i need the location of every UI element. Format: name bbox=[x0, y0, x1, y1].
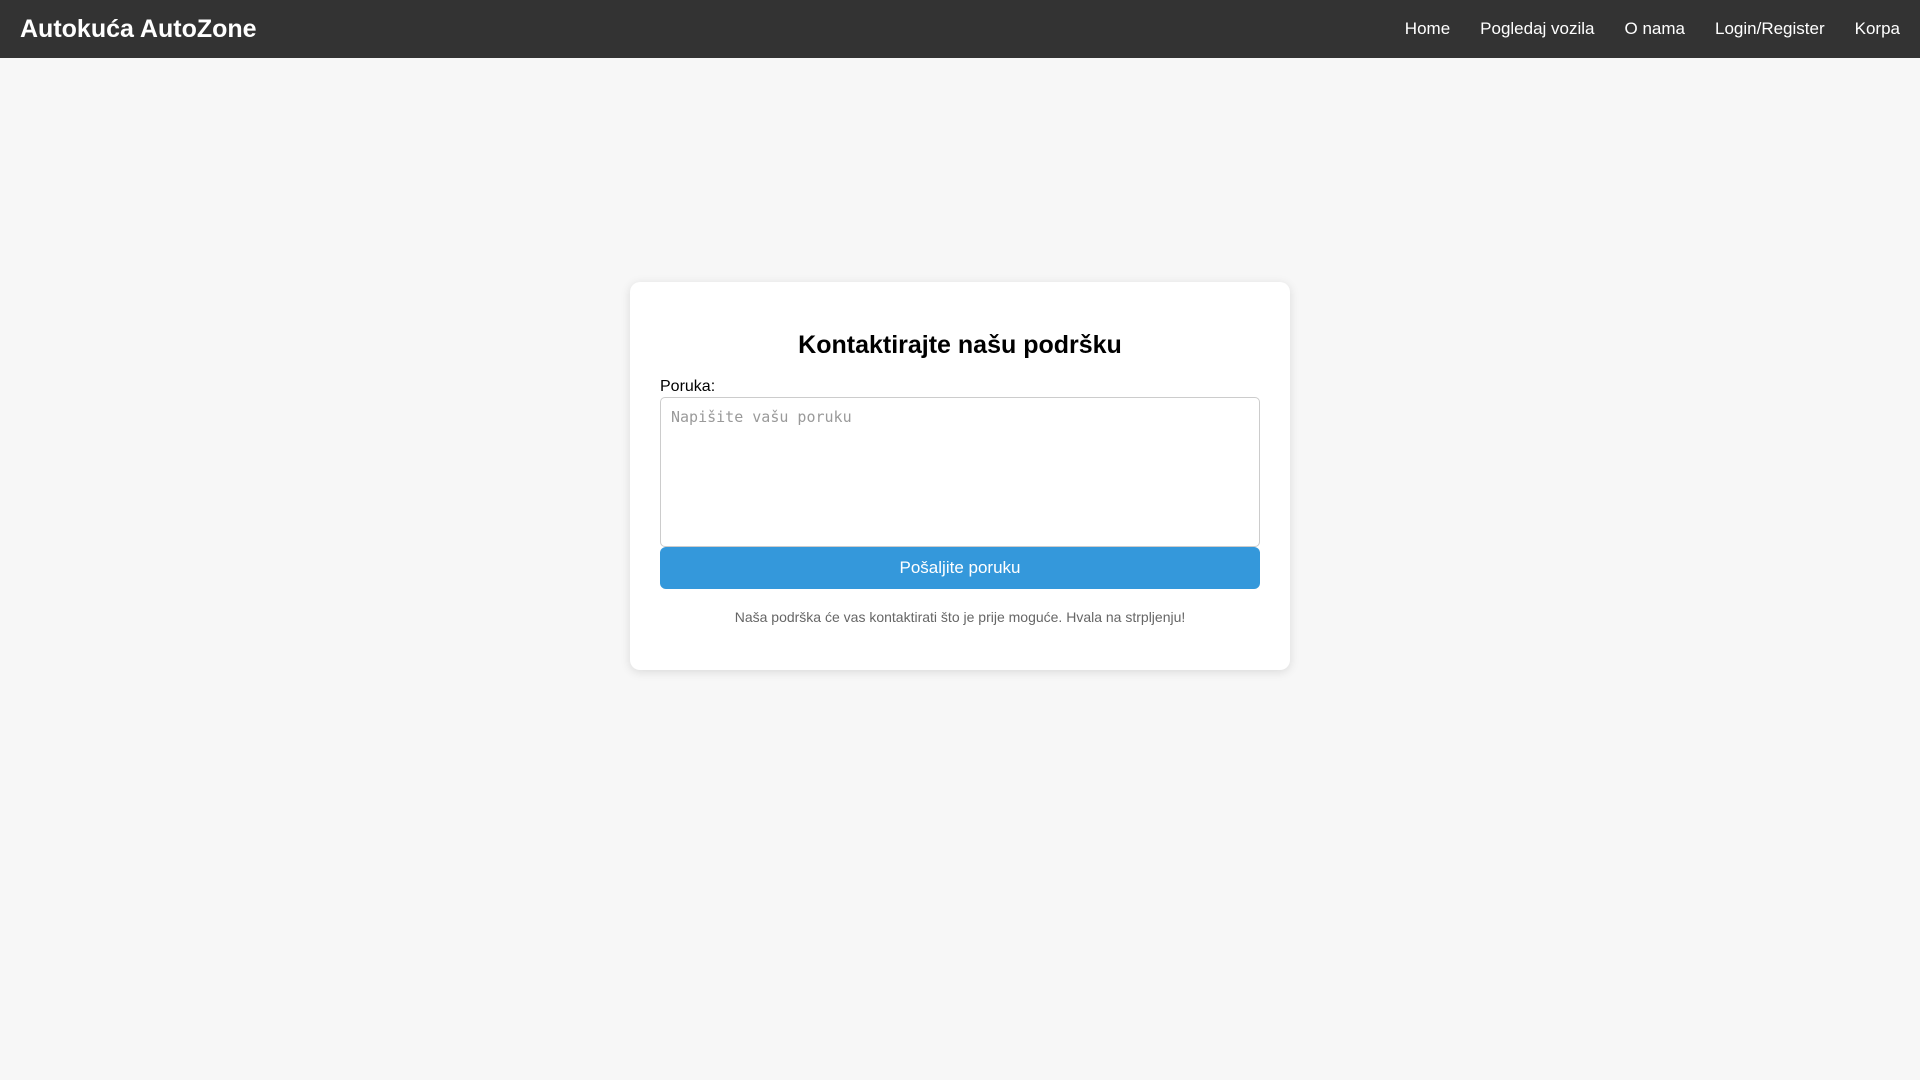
site-logo-text[interactable]: Autokuća AutoZone bbox=[20, 15, 257, 44]
send-message-button[interactable]: Pošaljite poruku bbox=[660, 547, 1260, 589]
page-title: Kontaktirajte našu podršku bbox=[798, 331, 1122, 359]
top-navigation-bar: Autokuća AutoZone Home Pogledaj vozila O… bbox=[0, 0, 1920, 58]
nav-link-about[interactable]: O nama bbox=[1625, 19, 1685, 39]
message-textarea[interactable] bbox=[660, 397, 1260, 547]
nav-link-home[interactable]: Home bbox=[1405, 19, 1450, 39]
nav-link-login-register[interactable]: Login/Register bbox=[1715, 19, 1825, 39]
message-label: Poruka: bbox=[660, 378, 716, 395]
nav-link-cart[interactable]: Korpa bbox=[1855, 19, 1900, 39]
nav-link-vehicles[interactable]: Pogledaj vozila bbox=[1480, 19, 1594, 39]
support-note: Naša podrška će vas kontaktirati što je … bbox=[734, 609, 1186, 625]
contact-support-card: Kontaktirajte našu podršku Poruka: Pošal… bbox=[630, 282, 1290, 670]
main-nav: Home Pogledaj vozila O nama Login/Regist… bbox=[1375, 19, 1900, 39]
